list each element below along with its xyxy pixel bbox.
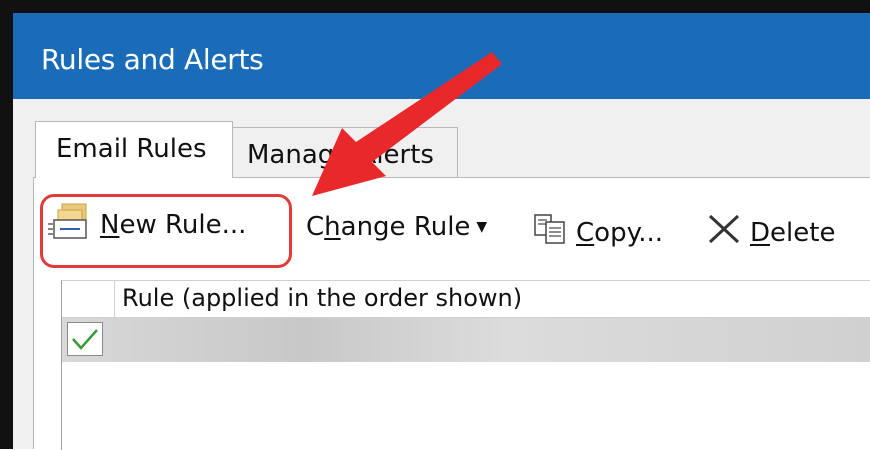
change-rule-label: Change Rule bbox=[306, 212, 471, 242]
window-frame-top bbox=[0, 0, 870, 13]
delete-button[interactable]: Delete bbox=[706, 212, 835, 253]
window-title: Rules and Alerts bbox=[41, 43, 264, 76]
checkmark-icon bbox=[72, 329, 98, 350]
title-bar[interactable]: Rules and Alerts bbox=[13, 13, 870, 99]
new-rule-button[interactable]: New Rule... bbox=[48, 200, 246, 249]
rules-and-alerts-dialog: Rules and Alerts Email Rules Manage Aler… bbox=[0, 0, 870, 450]
tab-email-rules-label: Email Rules bbox=[56, 134, 207, 164]
copy-icon bbox=[532, 212, 568, 253]
tab-manage-alerts-label: Manage Alerts bbox=[247, 140, 434, 170]
column-header-rule[interactable]: Rule (applied in the order shown) bbox=[122, 284, 522, 312]
dropdown-caret-icon: ▼ bbox=[476, 219, 488, 235]
rules-list[interactable]: Rule (applied in the order shown) bbox=[61, 280, 870, 450]
tab-manage-alerts[interactable]: Manage Alerts bbox=[232, 127, 458, 177]
rules-list-header: Rule (applied in the order shown) bbox=[62, 281, 870, 318]
rule-row[interactable] bbox=[62, 318, 870, 362]
delete-label: Delete bbox=[750, 217, 836, 248]
change-rule-button[interactable]: Change Rule ▼ bbox=[306, 212, 487, 242]
copy-button[interactable]: Copy... bbox=[532, 212, 663, 253]
copy-label: Copy... bbox=[576, 217, 664, 248]
window-frame-left bbox=[0, 0, 13, 449]
tab-email-rules[interactable]: Email Rules bbox=[35, 121, 233, 178]
header-checkbox-column bbox=[62, 281, 115, 317]
new-rule-icon bbox=[48, 200, 92, 249]
delete-x-icon bbox=[706, 212, 742, 253]
new-rule-label: New Rule... bbox=[100, 209, 247, 240]
rule-enabled-checkbox[interactable] bbox=[67, 322, 103, 356]
